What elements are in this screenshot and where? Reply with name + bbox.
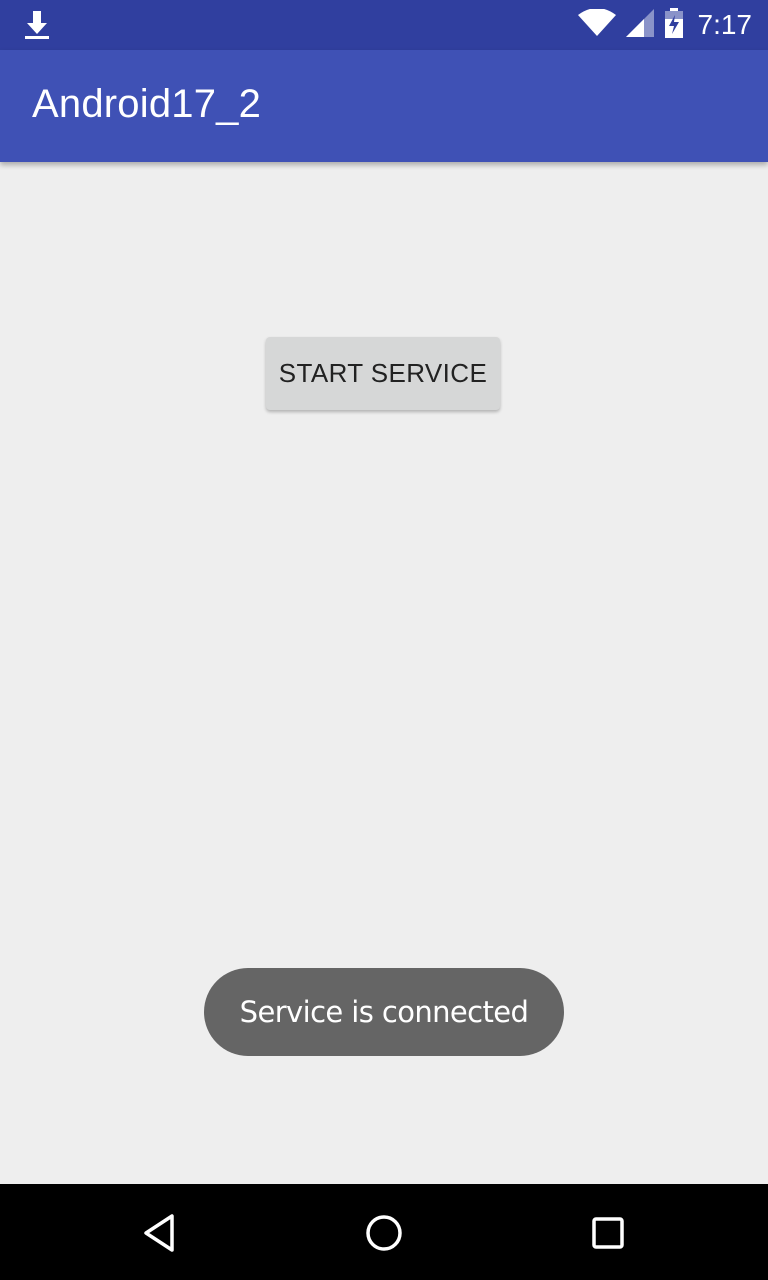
start-service-button[interactable]: START SERVICE (266, 337, 500, 410)
cellular-signal-icon (625, 8, 654, 42)
wifi-icon (577, 7, 616, 42)
status-bar: 7:17 (0, 0, 768, 50)
app-title: Android17_2 (32, 82, 262, 126)
status-icons: 7:17 (577, 0, 768, 50)
toast: Service is connected (204, 968, 564, 1056)
back-icon[interactable] (135, 1208, 185, 1258)
download-icon (22, 9, 52, 41)
screen: 7:17 Android17_2 START SERVICE Service i… (0, 0, 768, 1280)
clock: 7:17 (697, 9, 753, 40)
recents-icon[interactable] (583, 1208, 633, 1258)
toast-message: Service is connected (239, 995, 529, 1029)
battery-charging-icon (664, 7, 684, 43)
navigation-bar (0, 1184, 768, 1280)
home-icon[interactable] (359, 1208, 409, 1258)
app-bar: Android17_2 (0, 50, 768, 162)
